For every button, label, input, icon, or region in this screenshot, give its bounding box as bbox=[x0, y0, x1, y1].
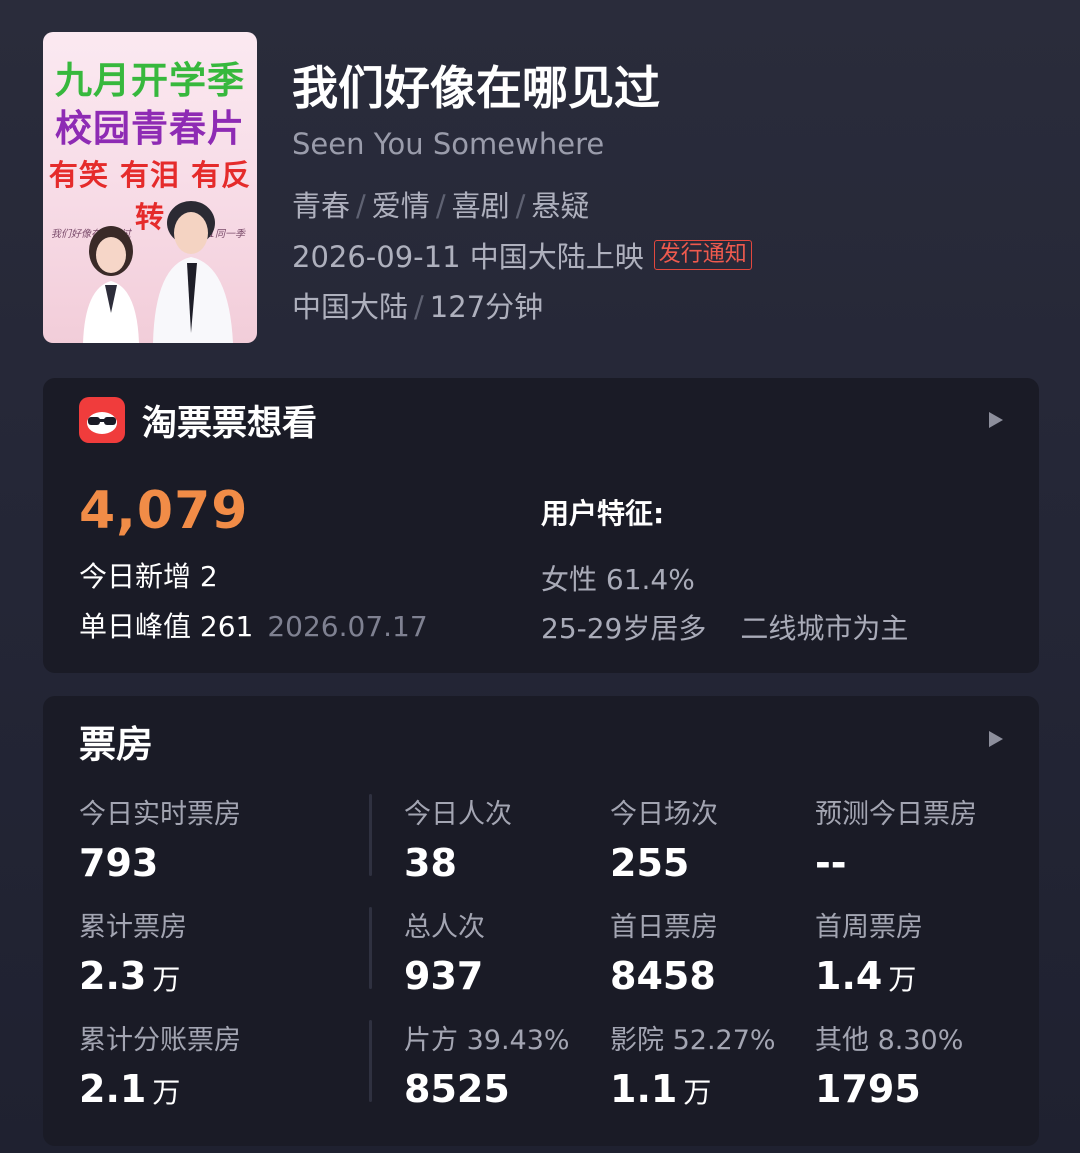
stat-label: 总人次 bbox=[404, 912, 485, 943]
stat-split-boxoffice: 累计分账票房 2.1 万 bbox=[79, 1018, 241, 1111]
stat-value: 8458 bbox=[610, 954, 716, 998]
separator: / bbox=[414, 290, 424, 324]
genre-tag: 悬疑 bbox=[531, 189, 590, 223]
daily-peak: 单日峰值 261 2026.07.17 bbox=[79, 605, 428, 645]
separator: / bbox=[435, 189, 446, 223]
stat-label: 影院 52.27% bbox=[610, 1025, 776, 1056]
separator: / bbox=[515, 189, 526, 223]
genre-tag: 青春 bbox=[292, 189, 351, 223]
release-date: 2026-09-11 中国大陆上映 bbox=[292, 240, 644, 274]
movie-duration: 127分钟 bbox=[429, 290, 544, 324]
stat-value: 2.1 万 bbox=[79, 1067, 181, 1111]
daily-peak-date: 2026.07.17 bbox=[267, 610, 428, 643]
release-info: 2026-09-11 中国大陆上映 发行通知 bbox=[292, 234, 752, 276]
stat-label: 首周票房 bbox=[815, 912, 923, 943]
want-count: 4,079 bbox=[79, 481, 249, 541]
stat-value: 937 bbox=[404, 954, 484, 998]
stat-label: 今日场次 bbox=[610, 799, 718, 830]
stat-total-boxoffice: 累计票房 2.3 万 bbox=[79, 905, 187, 998]
release-notice-badge[interactable]: 发行通知 bbox=[653, 240, 752, 270]
stat-other-share: 其他 8.30% 1795 bbox=[815, 1018, 963, 1111]
stat-value: -- bbox=[815, 841, 847, 885]
movie-english-title: Seen You Somewhere bbox=[292, 127, 605, 161]
stat-cinema-share: 影院 52.27% 1.1 万 bbox=[610, 1018, 776, 1111]
stat-label: 今日人次 bbox=[404, 799, 512, 830]
stat-today-realtime-boxoffice: 今日实时票房 793 bbox=[79, 792, 241, 885]
stat-today-admissions: 今日人次 38 bbox=[404, 792, 512, 885]
poster-headline-2: 校园青春片 bbox=[55, 106, 245, 150]
chevron-right-icon[interactable] bbox=[989, 412, 1003, 428]
chevron-right-icon[interactable] bbox=[989, 731, 1003, 747]
movie-genres: 青春 / 爱情 / 喜剧 / 悬疑 bbox=[292, 183, 589, 225]
city-tier: 二线城市为主 bbox=[740, 612, 909, 645]
box-office-card[interactable]: 票房 今日实时票房 793 今日人次 38 今日场次 255 预测今日票房 --… bbox=[43, 696, 1039, 1146]
female-ratio: 女性 61.4% bbox=[541, 563, 695, 596]
audience-profile: 25-29岁居多 二线城市为主 bbox=[541, 607, 908, 647]
movie-poster[interactable]: 九月开学季 校园青春片 有笑 有泪 有反转 我们好像在哪见过 待11同一季 bbox=[43, 32, 257, 343]
stat-first-week-boxoffice: 首周票房 1.4 万 bbox=[815, 905, 923, 998]
movie-region: 中国大陆 bbox=[292, 290, 409, 324]
stat-today-screenings: 今日场次 255 bbox=[610, 792, 718, 885]
stat-label: 首日票房 bbox=[610, 912, 718, 943]
stat-producer-share: 片方 39.43% 8525 bbox=[404, 1018, 570, 1111]
poster-headline-1: 九月开学季 bbox=[55, 58, 245, 102]
stat-first-day-boxoffice: 首日票房 8458 bbox=[610, 905, 722, 998]
stat-label: 预测今日票房 bbox=[815, 799, 977, 830]
stat-value: 255 bbox=[610, 841, 690, 885]
stat-label: 累计分账票房 bbox=[79, 1025, 241, 1056]
stat-value: 1795 bbox=[815, 1067, 921, 1111]
stat-value: 2.3 万 bbox=[79, 954, 181, 998]
divider bbox=[369, 1020, 372, 1102]
stat-label: 其他 8.30% bbox=[815, 1025, 964, 1056]
separator: / bbox=[356, 189, 366, 223]
stat-value: 8525 bbox=[404, 1067, 510, 1111]
stat-label: 累计票房 bbox=[79, 912, 187, 943]
age-group: 25-29岁居多 bbox=[541, 612, 707, 645]
daily-peak-value: 单日峰值 261 bbox=[79, 610, 254, 643]
stat-value: 1.1 万 bbox=[610, 1067, 712, 1111]
stat-label: 片方 39.43% bbox=[404, 1025, 570, 1056]
movie-meta: 中国大陆/127分钟 bbox=[292, 284, 543, 326]
stat-value: 793 bbox=[79, 841, 159, 885]
stat-forecast-today-boxoffice: 预测今日票房 -- bbox=[815, 792, 977, 885]
divider bbox=[369, 794, 372, 876]
stat-value: 1.4 万 bbox=[815, 954, 917, 998]
taopiaopiao-logo-icon bbox=[79, 397, 125, 443]
divider bbox=[369, 907, 372, 989]
stat-label: 今日实时票房 bbox=[79, 799, 241, 830]
poster-actors-illustration bbox=[83, 201, 233, 343]
stat-value: 38 bbox=[404, 841, 457, 885]
stat-total-admissions: 总人次 937 bbox=[404, 905, 489, 998]
user-features-title: 用户特征: bbox=[541, 497, 665, 530]
today-new-want: 今日新增 2 bbox=[79, 560, 218, 593]
genre-tag: 喜剧 bbox=[451, 189, 510, 223]
movie-title: 我们好像在哪见过 bbox=[292, 61, 660, 115]
genre-tag: 爱情 bbox=[371, 189, 430, 223]
want-to-see-card[interactable]: 淘票票想看 4,079 今日新增 2 单日峰值 261 2026.07.17 用户… bbox=[43, 378, 1039, 673]
want-to-see-title: 淘票票想看 bbox=[142, 404, 318, 444]
box-office-title: 票房 bbox=[79, 723, 153, 766]
